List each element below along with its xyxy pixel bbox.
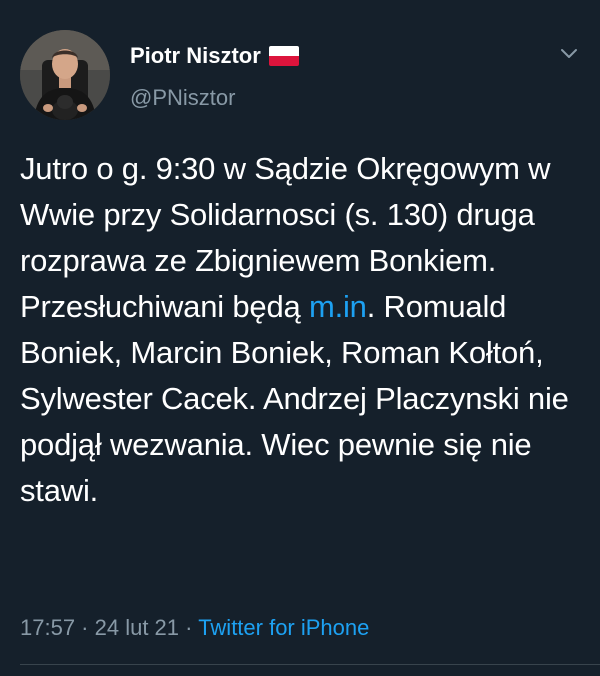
display-name[interactable]: Piotr Nisztor [130, 43, 261, 69]
author-name-row[interactable]: Piotr Nisztor [130, 43, 299, 69]
tweet-meta: 17:57 · 24 lut 21 · Twitter for iPhone [20, 614, 369, 642]
tweet-source-link[interactable]: Twitter for iPhone [198, 615, 369, 640]
avatar-photo [20, 30, 110, 120]
tweet-text: Jutro o g. 9:30 w Sądzie Okręgowym w Wwi… [20, 146, 585, 514]
tweet-card: Piotr Nisztor @PNisztor Jutro o g. 9:30 … [0, 0, 600, 676]
divider [20, 664, 600, 665]
meta-separator: · [179, 615, 199, 640]
tweet-date[interactable]: 24 lut 21 [95, 615, 179, 640]
tweet-link[interactable]: m.in [309, 289, 367, 324]
chevron-down-icon[interactable] [560, 44, 578, 62]
avatar[interactable] [20, 30, 110, 120]
tweet-time[interactable]: 17:57 [20, 615, 75, 640]
user-handle[interactable]: @PNisztor [130, 85, 235, 111]
poland-flag-icon [268, 46, 299, 66]
meta-separator: · [75, 615, 95, 640]
